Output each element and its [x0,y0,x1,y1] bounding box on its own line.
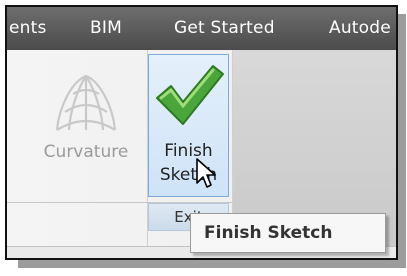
tab-autodesk[interactable]: Autode [329,18,391,38]
pointer-cursor-icon [196,158,216,188]
curvature-button[interactable]: Curvature [27,50,147,202]
tooltip: Finish Sketch [190,213,386,253]
tab-bim[interactable]: BIM [90,18,122,38]
tab-ents[interactable]: ents [9,18,47,38]
checkmark-icon [156,65,224,125]
ribbon-tab-bar: ents BIM Get Started Autode [7,7,396,50]
frame-shadow [398,14,406,268]
tooltip-text: Finish Sketch [204,223,333,243]
curvature-icon [55,74,117,131]
curvature-label: Curvature [43,142,129,162]
frame-shadow [18,260,403,268]
tab-get-started[interactable]: Get Started [174,18,275,38]
